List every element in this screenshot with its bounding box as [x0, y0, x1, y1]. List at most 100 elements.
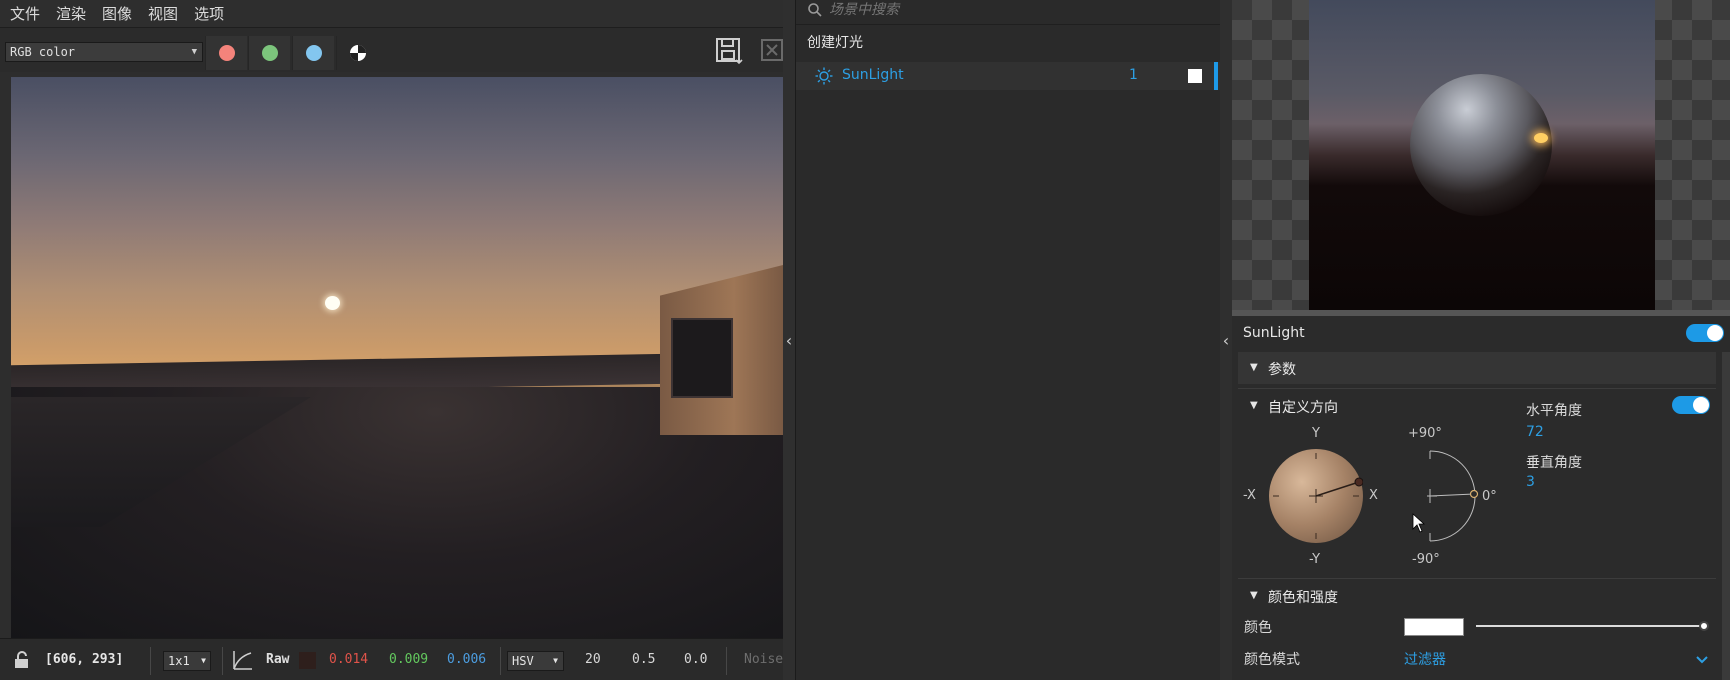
mouse-cursor-icon	[1412, 513, 1426, 533]
light-list-item[interactable]: SunLight 1	[796, 62, 1221, 90]
sun-reflection	[1534, 133, 1548, 143]
custom-direction-label: 自定义方向	[1268, 400, 1338, 416]
separator	[500, 647, 501, 675]
chevron-left-icon: ‹	[785, 330, 793, 350]
hue-value: 20	[585, 652, 601, 667]
custom-direction-header[interactable]: ▼ 自定义方向	[1238, 390, 1716, 422]
color-mode-select[interactable]: 过滤器	[1404, 649, 1446, 669]
collapse-left-handle[interactable]: ‹	[783, 0, 795, 680]
red-channel-button[interactable]	[205, 36, 247, 70]
menu-image[interactable]: 图像	[102, 3, 132, 24]
divider	[1238, 388, 1716, 389]
horizontal-angle-label: 水平角度	[1526, 403, 1582, 419]
properties-scrollbar[interactable]	[1722, 352, 1730, 680]
light-preview	[1232, 0, 1730, 310]
curve-icon[interactable]	[232, 649, 254, 671]
noise-label: Noise	[744, 652, 783, 667]
zero-degree-label: 0°	[1482, 489, 1497, 504]
triangle-down-icon: ▼	[1250, 590, 1258, 601]
color-intensity-header[interactable]: ▼ 颜色和强度	[1238, 580, 1716, 612]
separator	[150, 647, 151, 675]
chevron-left-icon: ‹	[1222, 330, 1230, 350]
params-label: 参数	[1268, 362, 1296, 378]
blue-value: 0.006	[447, 652, 487, 667]
light-title: SunLight	[1243, 325, 1305, 341]
light-properties: SunLight ▼ 参数 ▼ 自定义方向 Y -Y -X X +90° -90…	[1232, 316, 1730, 680]
render-toolbar: RGB color ▼	[0, 27, 783, 72]
menu-options[interactable]: 选项	[194, 3, 224, 24]
selection-indicator	[1214, 62, 1218, 90]
color-label: 颜色	[1244, 620, 1272, 636]
properties-panel: SunLight ▼ 参数 ▼ 自定义方向 Y -Y -X X +90° -90…	[1232, 0, 1730, 680]
channel-select[interactable]: RGB color ▼	[5, 42, 203, 62]
triangle-down-icon: ▼	[1250, 400, 1258, 411]
color-mode-label: 颜色模式	[1244, 652, 1300, 668]
alpha-checker-icon	[349, 45, 366, 61]
raw-label: Raw	[266, 652, 290, 667]
toggle-knob	[1693, 397, 1709, 413]
axis-neg-x-label: -X	[1243, 488, 1256, 503]
vertical-angle-value[interactable]: 3	[1526, 474, 1535, 490]
axis-x-label: X	[1369, 488, 1378, 503]
collapse-right-handle[interactable]: ‹	[1220, 0, 1232, 680]
axis-neg-y-label: -Y	[1309, 552, 1321, 567]
plus-90-label: +90°	[1408, 426, 1442, 441]
raw-color-swatch	[299, 652, 316, 669]
zoom-select[interactable]: 1x1 ▼	[163, 651, 211, 671]
light-enabled-toggle[interactable]	[1686, 324, 1724, 342]
create-light-button[interactable]: 创建灯光	[807, 32, 863, 52]
render-statusbar: [606, 293] 1x1 ▼ Raw 0.014 0.009 0.006 H…	[0, 638, 783, 680]
color-picker-swatch[interactable]	[1404, 618, 1464, 636]
divider	[1238, 578, 1716, 579]
menu-bar: 文件 渲染 图像 视图 选项	[0, 0, 783, 27]
intensity-slider-track[interactable]	[1476, 625, 1704, 627]
green-channel-button[interactable]	[248, 36, 290, 70]
light-color-swatch[interactable]	[1188, 69, 1202, 83]
zoom-value: 1x1	[168, 654, 190, 668]
blue-circle-icon	[305, 45, 322, 61]
sun-icon	[815, 67, 833, 85]
horizontal-angle-value[interactable]: 72	[1526, 424, 1544, 440]
separator	[222, 647, 223, 675]
menu-render[interactable]: 渲染	[56, 3, 86, 24]
green-circle-icon	[261, 45, 278, 61]
red-value: 0.014	[329, 652, 369, 667]
saturation-value: 0.5	[632, 652, 656, 667]
color-space-value: HSV	[512, 654, 534, 668]
close-icon[interactable]	[760, 38, 784, 62]
menu-file[interactable]: 文件	[10, 3, 40, 24]
preview-render	[1309, 0, 1655, 310]
building-window	[671, 318, 733, 398]
save-icon[interactable]	[714, 36, 744, 66]
render-window: 文件 渲染 图像 视图 选项 RGB color ▼ [606, 293] 1x…	[0, 0, 783, 680]
params-section-header[interactable]: ▼ 参数	[1238, 352, 1716, 384]
separator	[726, 647, 727, 675]
horizontal-direction-handle[interactable]	[1269, 449, 1363, 543]
scene-search-input[interactable]	[829, 0, 1209, 20]
axis-y-label: Y	[1312, 426, 1320, 441]
color-space-select[interactable]: HSV ▼	[507, 651, 564, 671]
intensity-slider-knob[interactable]	[1699, 621, 1709, 631]
scene-search-row	[796, 0, 1221, 25]
minus-90-label: -90°	[1412, 552, 1440, 567]
dropdown-arrow-icon: ▼	[201, 656, 206, 665]
chevron-down-icon[interactable]	[1695, 653, 1709, 667]
cursor-coordinates: [606, 293]	[45, 652, 124, 667]
chrome-sphere	[1410, 74, 1552, 216]
custom-direction-toggle[interactable]	[1672, 396, 1710, 414]
vertical-angle-dial[interactable]	[1427, 449, 1483, 543]
scene-panel: 创建灯光 SunLight 1	[795, 0, 1221, 680]
red-circle-icon	[218, 45, 235, 61]
blue-channel-button[interactable]	[292, 36, 334, 70]
value-value: 0.0	[684, 652, 708, 667]
menu-view[interactable]: 视图	[148, 3, 178, 24]
dropdown-arrow-icon: ▼	[191, 47, 197, 57]
dropdown-arrow-icon: ▼	[553, 656, 558, 665]
render-viewport[interactable]	[11, 77, 783, 638]
light-name: SunLight	[842, 67, 904, 83]
light-count: 1	[1129, 67, 1138, 83]
color-intensity-label: 颜色和强度	[1268, 590, 1338, 606]
vertical-angle-label: 垂直角度	[1526, 455, 1582, 471]
lock-icon[interactable]	[12, 650, 32, 670]
alpha-channel-button[interactable]	[336, 36, 378, 70]
